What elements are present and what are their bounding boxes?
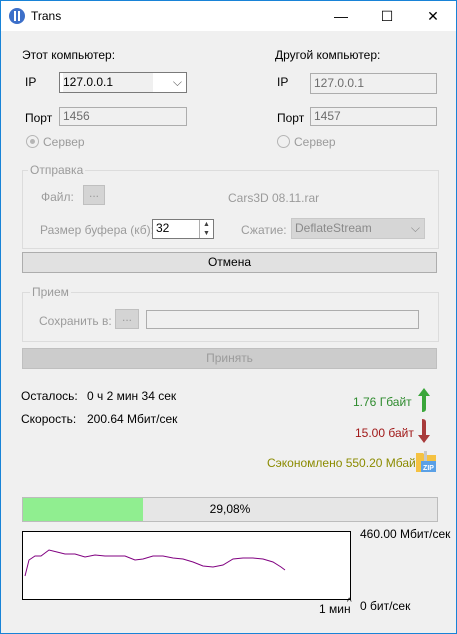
- buffer-value: 32: [156, 221, 170, 235]
- speed-value: 200.64 Мбит/сек: [87, 412, 178, 426]
- remote-heading: Другой компьютер:: [275, 48, 381, 62]
- receive-group-label: Прием: [30, 285, 71, 299]
- zip-archive-icon: ZIP: [416, 451, 436, 472]
- local-ip-value: 127.0.0.1: [63, 73, 154, 92]
- remaining-label: Осталось:: [21, 389, 78, 403]
- local-ip-combo[interactable]: 127.0.0.1 ⌵: [59, 72, 187, 93]
- file-label: Файл:: [41, 190, 74, 204]
- window-title: Trans: [31, 9, 62, 23]
- maximize-button[interactable]: ☐: [364, 1, 410, 31]
- progress-text: 29,08%: [209, 502, 251, 516]
- remote-server-radio[interactable]: [277, 135, 290, 148]
- graph-time-label: 1 мин: [319, 602, 351, 616]
- file-browse-button[interactable]: ...: [83, 185, 105, 205]
- uploaded-value: 1.76 Гбайт: [353, 395, 412, 409]
- send-group-label: Отправка: [28, 163, 86, 177]
- compression-value: DeflateStream: [295, 221, 372, 235]
- speed-graph: [22, 531, 351, 600]
- chevron-down-icon: ⌵: [172, 75, 182, 89]
- local-port-label: Порт: [25, 111, 53, 125]
- minimize-button[interactable]: —: [318, 1, 364, 31]
- svg-text:ZIP: ZIP: [423, 465, 434, 472]
- cancel-button[interactable]: Отмена: [22, 252, 437, 273]
- remote-ip-field[interactable]: 127.0.0.1: [310, 73, 437, 94]
- app-window: Trans — ☐ ✕ Этот компьютер: IP 127.0.0.1…: [0, 0, 457, 634]
- local-ip-label: IP: [25, 75, 37, 89]
- speed-graph-line: [24, 549, 286, 577]
- graph-min-label: 0 бит/сек: [360, 599, 411, 613]
- compression-combo[interactable]: DeflateStream ⌵: [291, 218, 425, 239]
- title-bar: Trans — ☐ ✕: [1, 1, 456, 31]
- local-server-label: Сервер: [43, 135, 85, 149]
- save-to-label: Сохранить в:: [39, 314, 112, 328]
- remote-server-label: Сервер: [294, 135, 336, 149]
- progress-bar: 29,08%: [22, 497, 438, 522]
- close-button[interactable]: ✕: [410, 1, 456, 31]
- remote-port-field[interactable]: 1457: [310, 107, 437, 126]
- buffer-spinner[interactable]: 32 ▲ ▼: [152, 219, 214, 239]
- chevron-down-icon: ⌵: [410, 221, 420, 235]
- file-name: Cars3D 08.11.rar: [228, 191, 320, 205]
- remaining-value: 0 ч 2 мин 34 сек: [87, 389, 177, 403]
- saved-value: Сэкономлено 550.20 Мбайт: [267, 456, 422, 470]
- local-heading: Этот компьютер:: [22, 48, 116, 62]
- save-path-field[interactable]: [146, 310, 419, 329]
- remote-ip-label: IP: [277, 75, 289, 89]
- downloaded-value: 15.00 байт: [355, 426, 414, 440]
- local-port-field[interactable]: 1456: [59, 107, 187, 126]
- remote-port-label: Порт: [277, 111, 305, 125]
- compression-label: Сжатие:: [241, 223, 287, 237]
- speed-label: Скорость:: [21, 412, 77, 426]
- buffer-label: Размер буфера (кб):: [40, 223, 154, 237]
- accept-button[interactable]: Принять: [22, 348, 437, 369]
- graph-max-label: 460.00 Мбит/сек: [360, 527, 451, 541]
- download-arrow-icon: [418, 419, 430, 443]
- upload-arrow-icon: [418, 388, 430, 412]
- spinner-arrows-icon: ▲ ▼: [199, 220, 213, 238]
- save-browse-button[interactable]: ...: [115, 309, 139, 329]
- caret-up-icon: ^: [347, 597, 352, 608]
- app-icon: [9, 8, 25, 24]
- local-server-radio[interactable]: [26, 135, 39, 148]
